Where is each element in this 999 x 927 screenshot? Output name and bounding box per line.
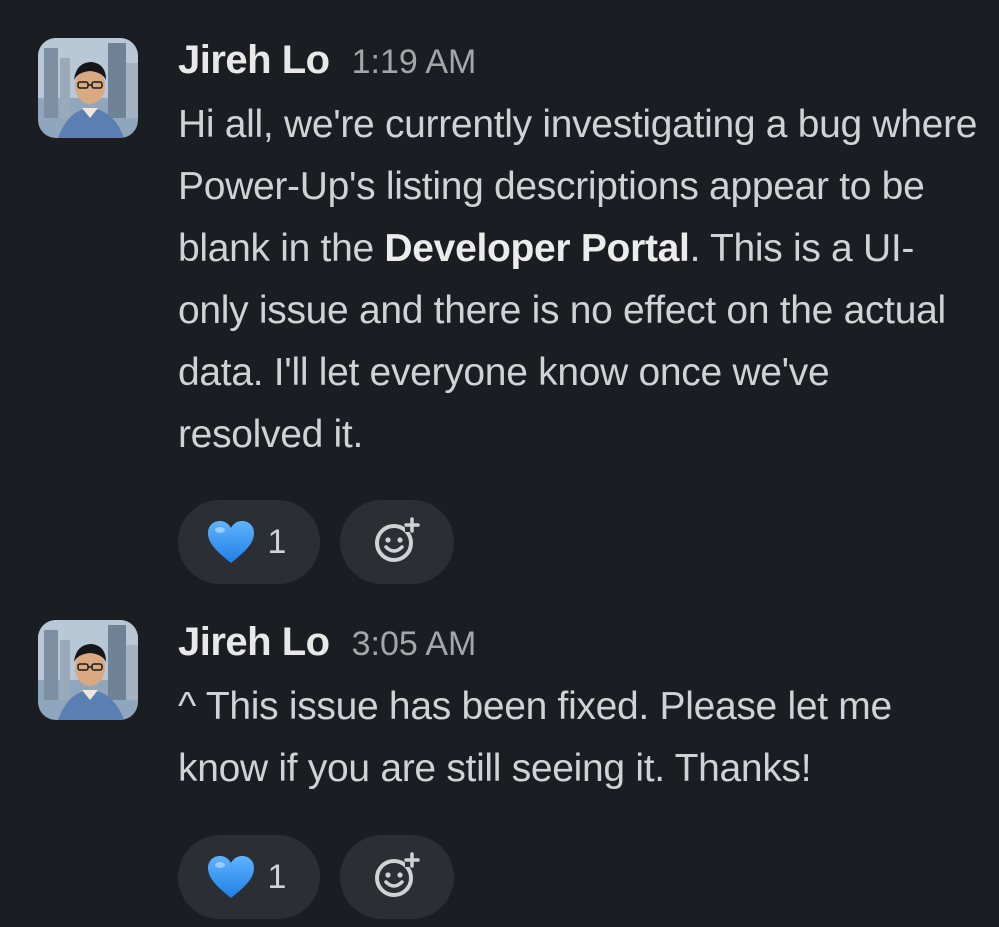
add-reaction-button[interactable] [340,500,454,584]
timestamp[interactable]: 3:05 AM [352,625,477,664]
message-text: ^ This issue has been fixed. Please let … [178,685,892,790]
message-header: Jireh Lo 1:19 AM [178,38,978,90]
timestamp[interactable]: 1:19 AM [352,43,477,82]
reactions-bar: 1 [178,500,454,584]
avatar[interactable] [38,38,138,138]
message-body: Jireh Lo 1:19 AM Hi all, we're currently… [178,38,978,466]
reaction-heart-button[interactable]: 1 [178,500,320,584]
author-name[interactable]: Jireh Lo [178,38,330,83]
reaction-heart-button[interactable]: 1 [178,835,320,919]
avatar-photo [38,38,138,138]
author-name[interactable]: Jireh Lo [178,620,330,665]
message-text: Hi all, we're currently investigating a … [178,94,978,466]
add-reaction-button[interactable] [340,835,454,919]
add-reaction-icon [372,515,422,570]
add-reaction-icon [372,850,422,905]
message-body: Jireh Lo 3:05 AM ^ This issue has been f… [178,620,978,800]
reaction-count: 1 [267,522,287,561]
avatar-photo [38,620,138,720]
blue-heart-icon [206,519,256,565]
blue-heart-icon [206,854,256,900]
message-header: Jireh Lo 3:05 AM [178,620,978,672]
reactions-bar: 1 [178,835,454,919]
message-text-bold: Developer Portal [384,227,690,270]
reaction-count: 1 [267,857,287,896]
avatar[interactable] [38,620,138,720]
